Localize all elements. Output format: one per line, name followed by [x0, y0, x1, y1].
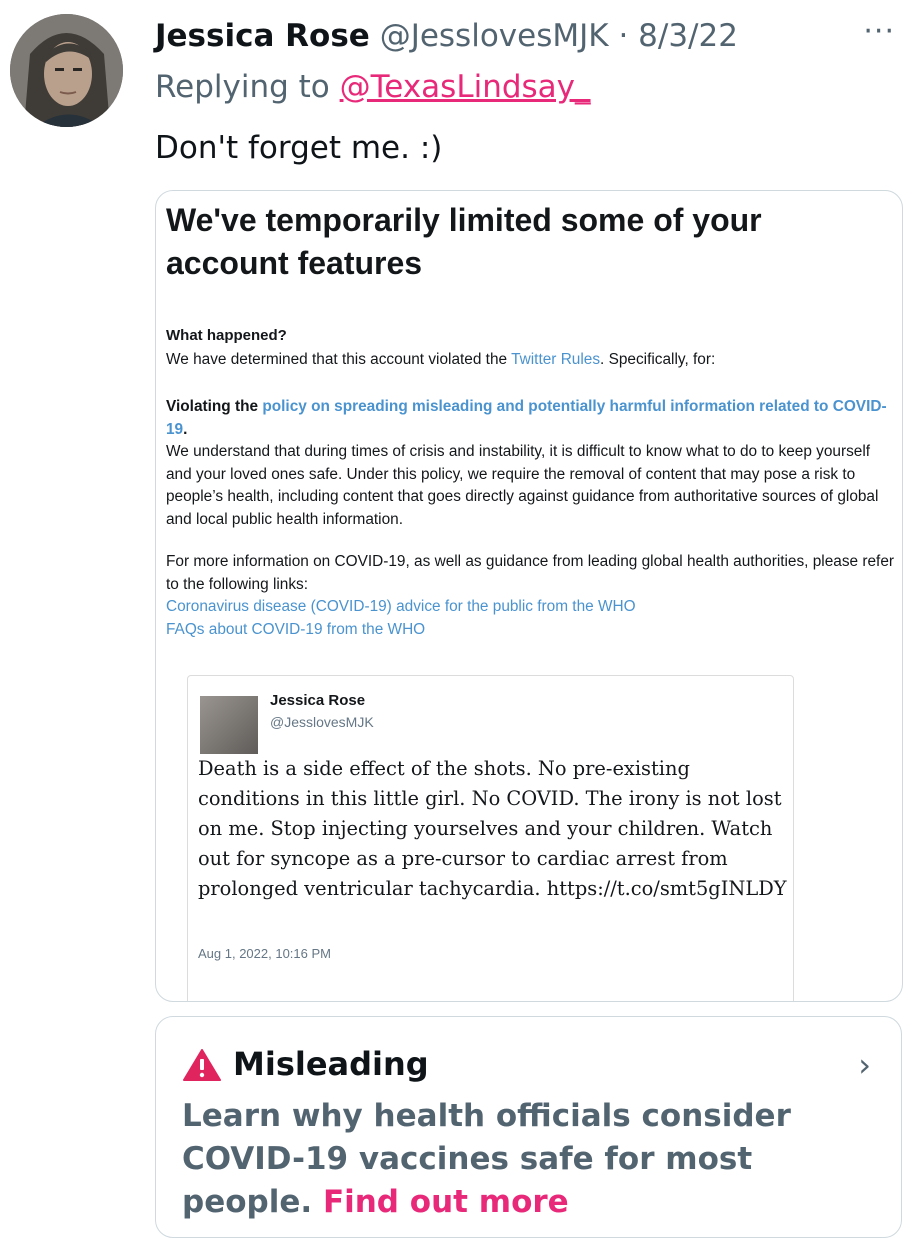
author-handle[interactable]: @JesslovesMJK	[380, 18, 609, 54]
determined-prefix: We have determined that this account vio…	[166, 351, 512, 368]
replying-handle-link[interactable]: @TexasLindsay_	[340, 69, 591, 105]
policy-period: .	[183, 420, 188, 438]
determined-suffix: . Specifically, for:	[600, 351, 716, 368]
embedded-avatar	[200, 696, 258, 754]
author-avatar[interactable]	[10, 14, 123, 127]
violating-prefix: Violating the	[166, 398, 263, 415]
warning-icon	[183, 1049, 221, 1081]
who-faq-link: FAQs about COVID-19 from the WHO	[166, 620, 426, 638]
attached-image[interactable]: We've temporarily limited some of your a…	[155, 190, 903, 1002]
embedded-tweet: Jessica Rose @JesslovesMJK Death is a si…	[187, 675, 794, 1001]
author-name[interactable]: Jessica Rose	[155, 18, 370, 54]
policy-link: policy on spreading misleading and poten…	[166, 398, 887, 438]
misleading-notice[interactable]: Misleading › Learn why health officials …	[155, 1016, 902, 1238]
twitter-rules-link: Twitter Rules	[511, 351, 601, 368]
misleading-label: Misleading	[233, 1045, 429, 1083]
limit-title: We've temporarily limited some of your a…	[166, 202, 762, 281]
avatar-photo	[10, 14, 123, 127]
who-advice-link: Coronavirus disease (COVID-19) advice fo…	[166, 598, 636, 615]
chevron-right-icon[interactable]: ›	[858, 1045, 871, 1085]
notice-body: Learn why health officials consider COVI…	[182, 1095, 882, 1224]
embedded-date: Aug 1, 2022, 10:16 PM	[198, 946, 331, 961]
replying-prefix: Replying to	[155, 69, 340, 105]
header-separator: ·	[618, 18, 629, 54]
what-happened-label: What happened?	[166, 327, 287, 344]
replying-to: Replying to @TexasLindsay_	[155, 67, 591, 107]
screenshot-content: We've temporarily limited some of your a…	[166, 191, 894, 1001]
find-out-more-link[interactable]: Find out more	[323, 1184, 569, 1220]
more-options-icon[interactable]: ···	[863, 12, 895, 52]
more-info-text: For more information on COVID-19, as wel…	[166, 553, 895, 593]
embedded-handle: @JesslovesMJK	[270, 714, 374, 730]
tweet-header: Jessica Rose @JesslovesMJK · 8/3/22 ···	[155, 14, 895, 56]
tweet-date[interactable]: 8/3/22	[638, 18, 738, 54]
more-info-block: For more information on COVID-19, as wel…	[166, 551, 896, 641]
policy-text: We understand that during times of crisi…	[166, 443, 879, 528]
embedded-name: Jessica Rose	[270, 692, 366, 709]
determined-line: We have determined that this account vio…	[166, 349, 896, 372]
tweet-text: Don't forget me. :)	[155, 130, 443, 166]
violation-block: Violating the policy on spreading mislea…	[166, 396, 896, 531]
embedded-text: Death is a side effect of the shots. No …	[198, 757, 787, 900]
